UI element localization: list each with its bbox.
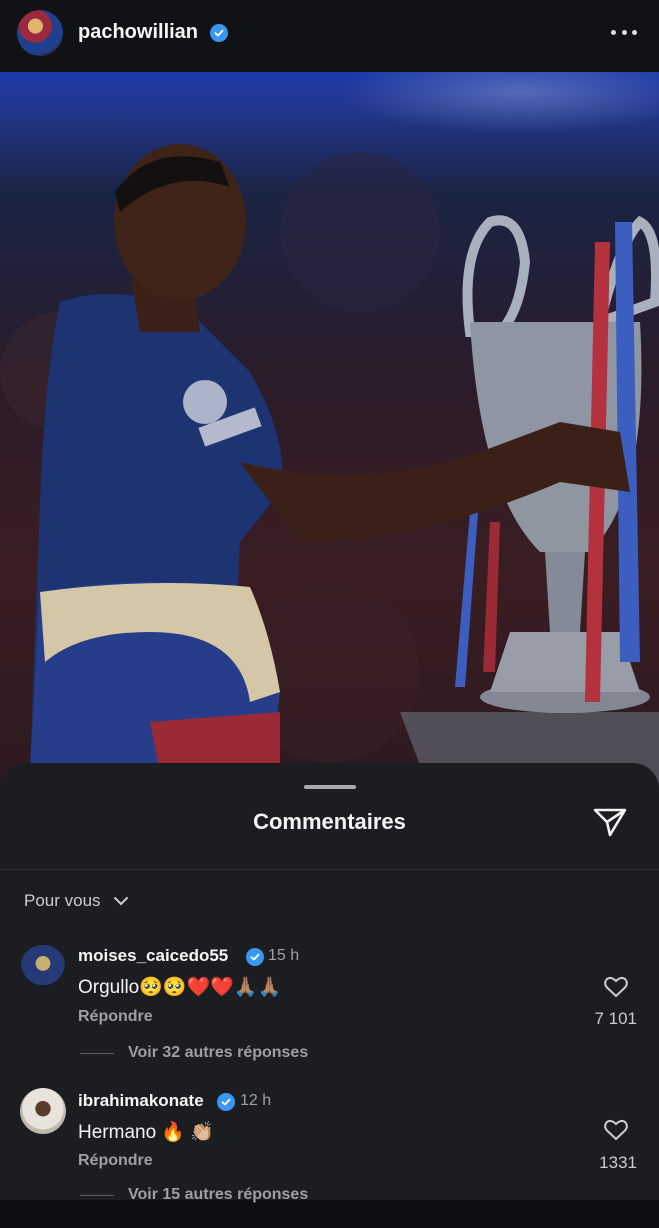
like-heart-icon[interactable] [603,1118,629,1142]
drag-handle[interactable] [304,785,356,789]
verified-badge-icon [210,24,228,42]
sheet-divider [0,869,659,870]
filter-label: Pour vous [24,891,101,910]
like-count: 7 101 [594,1009,637,1028]
comment-avatar[interactable] [20,1088,66,1134]
comment-item: moises_caicedo55 15 h Orgullo🥺🥺❤️❤️🙏🏽🙏🏽 … [0,943,659,1083]
like-count: 1331 [599,1153,637,1172]
view-more-replies-button[interactable]: Voir 32 autres réponses [80,1044,308,1062]
comment-avatar[interactable] [20,945,66,991]
comment-text: Hermano 🔥 👏🏼 [78,1122,215,1143]
replies-divider-line [80,1194,114,1196]
share-icon[interactable] [591,805,629,839]
post-header: pachowillian [0,0,659,72]
comment-username[interactable]: ibrahimakonate [78,1091,204,1111]
verified-badge-icon [246,948,264,966]
photo-illustration [0,144,659,792]
comments-sheet: Commentaires Pour vous moises_caicedo55 … [0,763,659,1203]
chevron-down-icon [113,897,128,906]
post-username[interactable]: pachowillian [78,21,198,44]
comment-username[interactable]: moises_caicedo55 [78,946,228,966]
profile-avatar[interactable] [17,10,63,56]
comment-text: Orgullo🥺🥺❤️❤️🙏🏽🙏🏽 [78,977,282,998]
view-more-replies-button[interactable]: Voir 15 autres réponses [80,1186,308,1204]
more-options-icon[interactable] [611,22,637,42]
comment-time: 15 h [268,947,300,964]
verified-badge-icon [217,1093,235,1111]
post-photo[interactable] [0,72,659,792]
view-more-replies-label: Voir 15 autres réponses [128,1186,309,1203]
sheet-title: Commentaires [253,809,406,834]
replies-divider-line [80,1052,114,1054]
comment-time: 12 h [240,1092,272,1109]
comment-item: ibrahimakonate 12 h Hermano 🔥 👏🏼 Répondr… [0,1088,659,1228]
sort-filter-button[interactable]: Pour vous [24,891,129,911]
reply-button[interactable]: Répondre [78,1152,153,1170]
view-more-replies-label: Voir 32 autres réponses [128,1044,309,1061]
reply-button[interactable]: Répondre [78,1008,153,1026]
like-heart-icon[interactable] [603,975,629,999]
